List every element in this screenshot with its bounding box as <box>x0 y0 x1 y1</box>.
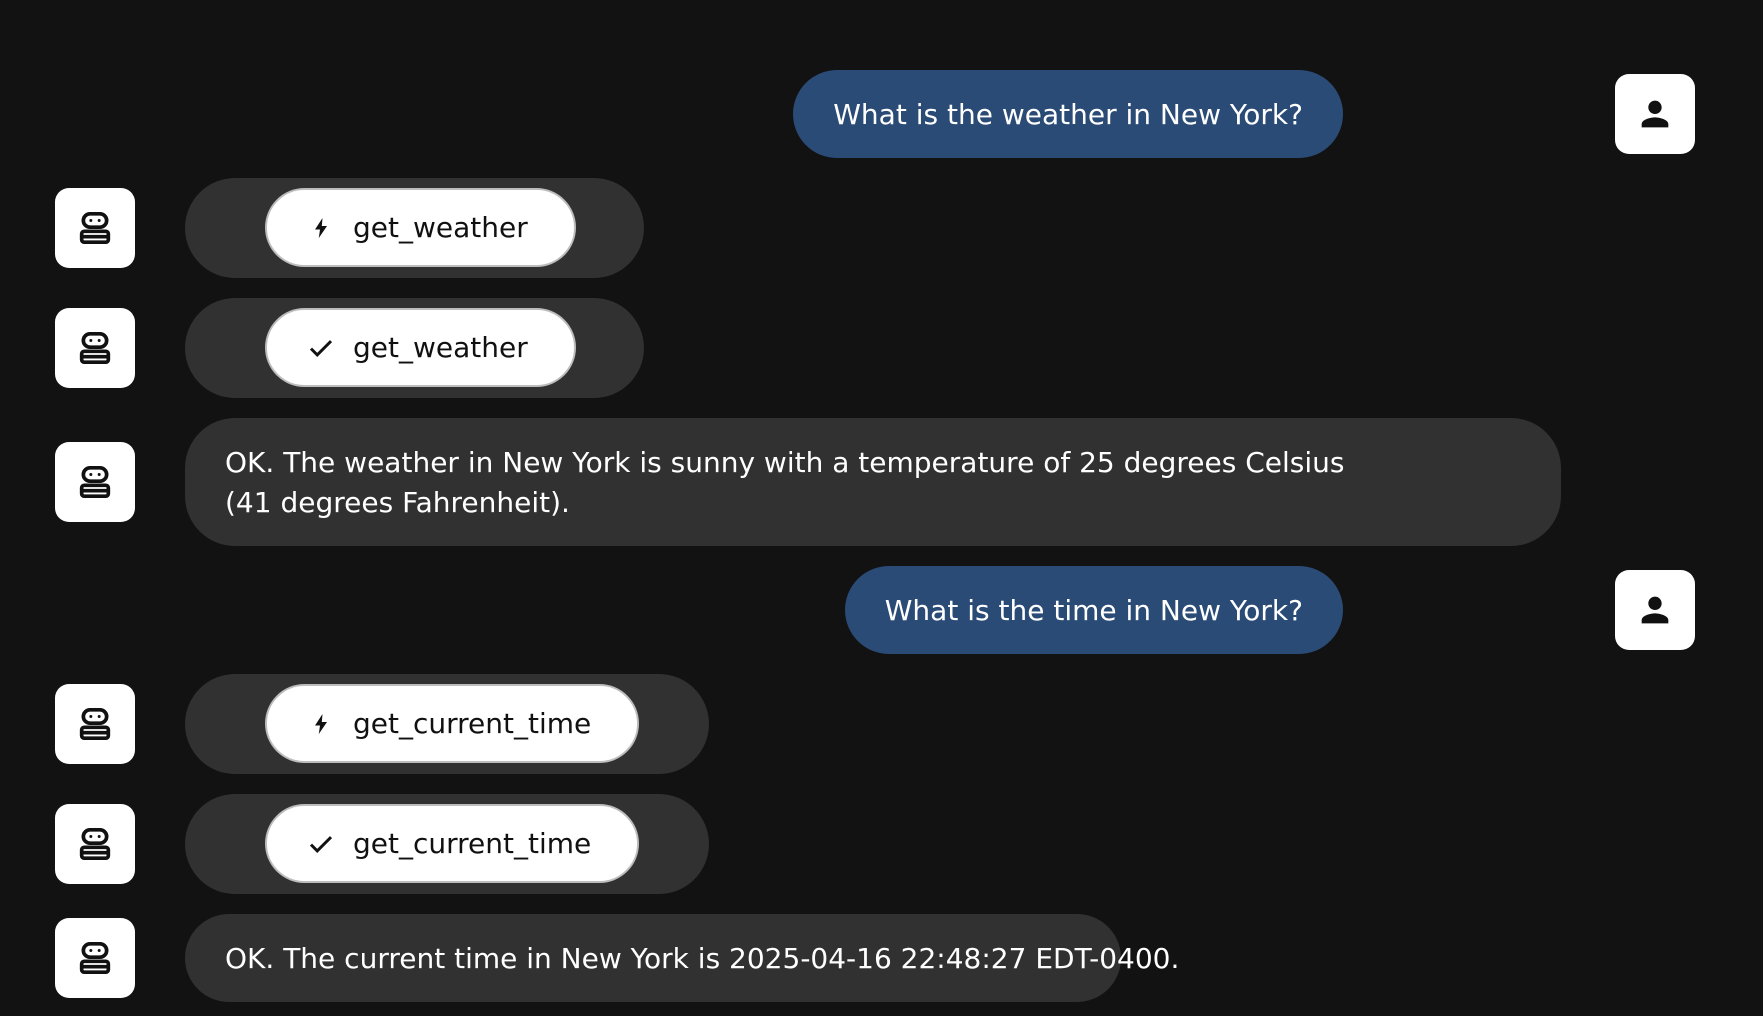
tool-name: get_weather <box>353 211 528 244</box>
user-message-text: What is the time in New York? <box>884 593 1303 627</box>
bolt-icon <box>305 708 337 740</box>
tool-name: get_current_time <box>353 827 592 860</box>
user-avatar <box>1615 74 1695 154</box>
assistant-message-bubble: OK. The current time in New York is 2025… <box>185 914 1179 1002</box>
check-icon <box>305 332 337 364</box>
assistant-message-text: OK. The current time in New York is 2025… <box>225 941 1180 975</box>
tool-result-message: get_current_time <box>185 794 709 894</box>
tool-name: get_weather <box>353 331 528 364</box>
robot-icon <box>79 466 111 498</box>
tool-call-chip[interactable]: get_current_time <box>265 684 640 763</box>
assistant-avatar <box>55 188 135 268</box>
person-icon <box>1641 596 1669 624</box>
tool-result-chip[interactable]: get_weather <box>265 308 576 387</box>
assistant-avatar <box>55 442 135 522</box>
tool-call-chip[interactable]: get_weather <box>265 188 576 267</box>
tool-name: get_current_time <box>353 707 592 740</box>
user-message-text: What is the weather in New York? <box>833 97 1303 131</box>
tool-call-message: get_current_time <box>185 674 709 774</box>
user-message-bubble: What is the weather in New York? <box>793 70 1343 158</box>
robot-icon <box>79 942 111 974</box>
bolt-icon <box>305 212 337 244</box>
robot-icon <box>79 212 111 244</box>
person-icon <box>1641 100 1669 128</box>
robot-icon <box>79 332 111 364</box>
user-message-bubble: What is the time in New York? <box>844 566 1343 654</box>
tool-result-message: get_weather <box>185 298 644 398</box>
robot-icon <box>79 828 111 860</box>
robot-icon <box>79 708 111 740</box>
assistant-avatar <box>55 684 135 764</box>
assistant-message-bubble: OK. The weather in New York is sunny wit… <box>185 418 1561 546</box>
tool-call-message: get_weather <box>185 178 644 278</box>
check-icon <box>305 828 337 860</box>
assistant-avatar <box>55 308 135 388</box>
user-avatar <box>1615 570 1695 650</box>
assistant-avatar <box>55 804 135 884</box>
tool-result-chip[interactable]: get_current_time <box>265 804 640 883</box>
assistant-message-text: OK. The weather in New York is sunny wit… <box>225 446 1345 519</box>
assistant-avatar <box>55 918 135 998</box>
